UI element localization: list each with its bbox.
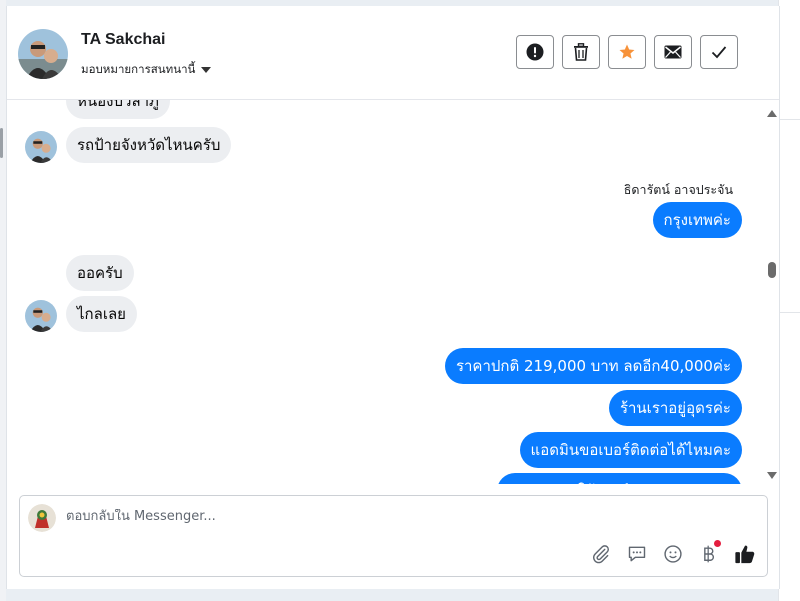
conversation-header: TA Sakchai มอบหมายการสนทนานี้: [7, 6, 779, 100]
mark-spam-button[interactable]: [516, 35, 554, 69]
divider: [779, 312, 800, 313]
star-button[interactable]: [608, 35, 646, 69]
outgoing-message: ร้านเราอยู่อุดรค่ะ: [608, 390, 742, 426]
scroll-up-icon[interactable]: [767, 110, 777, 117]
smiley-icon: [664, 545, 682, 563]
conversation-panel: TA Sakchai มอบหมายการสนทนานี้ หนองบัวลำภ…: [6, 6, 780, 589]
right-edge: [778, 0, 800, 601]
page-avatar: [28, 504, 56, 532]
checkmark-icon: [711, 46, 727, 59]
delete-button[interactable]: [562, 35, 600, 69]
incoming-message: ไกลเลย: [66, 296, 137, 332]
chat-bubble-icon: [628, 546, 646, 562]
assign-label: มอบหมายการสนทนานี้: [81, 62, 196, 76]
incoming-message: หนองบัวลำภู: [66, 100, 170, 119]
notification-dot: [714, 540, 721, 547]
contact-avatar-small: [25, 300, 57, 332]
star-icon: [619, 44, 635, 59]
contact-avatar[interactable]: [18, 29, 68, 79]
contact-avatar-small: [25, 131, 57, 163]
trash-icon: [574, 43, 588, 61]
incoming-message: รถป้ายจังหวัดไหนครับ: [66, 127, 232, 163]
thumbs-up-icon: [735, 545, 755, 564]
reply-composer: [19, 495, 768, 577]
divider: [779, 119, 800, 120]
assign-conversation-dropdown[interactable]: มอบหมายการสนทนานี้: [81, 61, 212, 79]
scroll-down-icon[interactable]: [767, 472, 777, 479]
exclamation-icon: [526, 43, 544, 61]
saved-replies-button[interactable]: [625, 542, 649, 566]
envelope-icon: [664, 45, 682, 59]
message-scrollbar[interactable]: [767, 110, 777, 486]
sender-name: ธิดารัตน์ อาจประจัน: [623, 182, 733, 197]
composer-tools: [589, 540, 757, 566]
outgoing-message: กรุงเทพค่ะ: [652, 202, 742, 238]
reply-input[interactable]: [66, 509, 566, 524]
scroll-thumb[interactable]: [768, 262, 776, 278]
mark-unread-button[interactable]: [654, 35, 692, 69]
conversation-actions: [516, 35, 738, 69]
contact-name[interactable]: TA Sakchai: [81, 31, 165, 49]
like-button[interactable]: [733, 542, 757, 566]
payment-button[interactable]: [697, 540, 721, 566]
incoming-message: ออครับ: [66, 255, 134, 291]
paperclip-icon: [593, 545, 609, 564]
outgoing-message: ราคาปกติ 219,000 บาท ลดอีก40,000ค่ะ: [444, 348, 742, 384]
baht-icon: [704, 545, 714, 563]
done-button[interactable]: [700, 35, 738, 69]
outgoing-message: แอดมินขอเบอร์ติดต่อได้ไหมคะ: [519, 432, 742, 468]
emoji-button[interactable]: [661, 542, 685, 566]
outgoing-message: ขออนุญาตให้เซลส์ติดต่อกลับนะคะ: [497, 473, 742, 484]
left-edge-handle: [0, 128, 3, 158]
caret-down-icon: [201, 67, 212, 73]
message-thread: หนองบัวลำภู รถป้ายจังหวัดไหนครับ ธิดารัต…: [7, 100, 779, 484]
attach-button[interactable]: [589, 542, 613, 566]
